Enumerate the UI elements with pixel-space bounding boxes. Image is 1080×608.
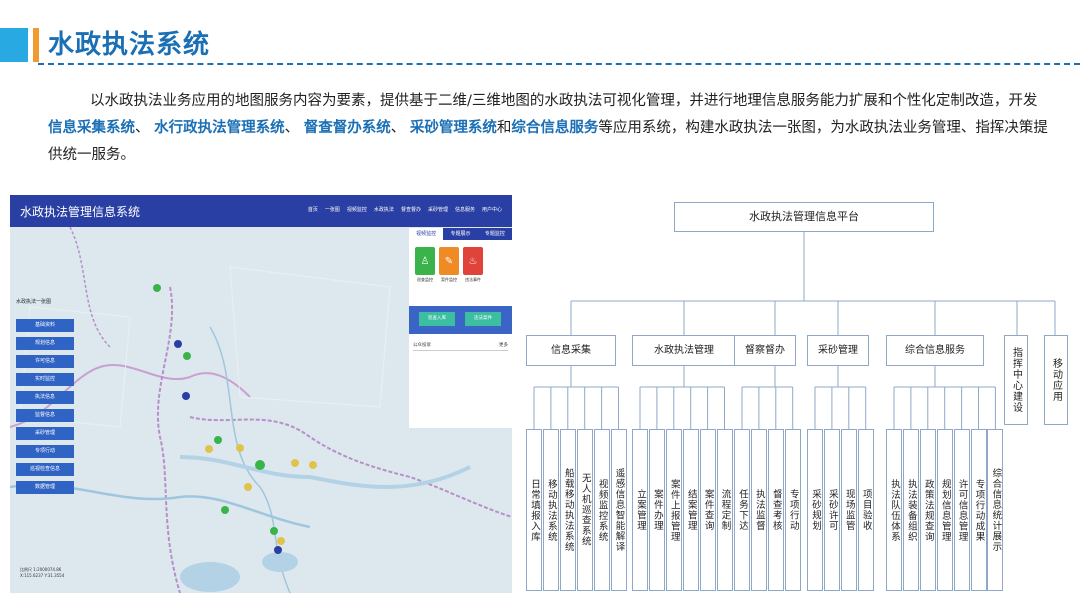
- header-accent-bar-blue: [0, 28, 28, 62]
- leaf-node: 采砂许可: [823, 429, 840, 591]
- leaf-node: 案件上报管理: [665, 429, 682, 591]
- leaf-node: 许可信息管理: [953, 429, 970, 591]
- panel-tabs: 视频监控 专题展示 专题监控: [409, 228, 512, 240]
- side-menu-item[interactable]: 执法信息: [16, 391, 74, 404]
- case-icon: ✎: [439, 247, 459, 275]
- group-node-info-service: 综合信息服务: [886, 335, 984, 366]
- leaf-node: 任务下达: [734, 429, 750, 591]
- side-menu-item[interactable]: 采砂管理: [16, 427, 74, 440]
- leaf-node: 规划信息管理: [936, 429, 953, 591]
- app-header-bar: 水政执法管理信息系统 首页 一张图 视频监控 水政执法 督查督办 采砂管理 信息…: [10, 195, 512, 227]
- panel-icon-item[interactable]: ♨ 违法事件: [463, 247, 483, 283]
- leaf-node: 遥感信息智能解译: [610, 429, 627, 591]
- separator: 和: [496, 120, 512, 136]
- side-heading: 水政执法一张图: [16, 299, 52, 305]
- illegal-case-button[interactable]: 违法案件: [465, 312, 501, 326]
- leaf-node: 项目验收: [857, 429, 874, 591]
- separator: 、: [284, 120, 304, 136]
- nav-item[interactable]: 首页: [308, 206, 318, 213]
- intro-paragraph: 以水政执法业务应用的地图服务内容为要素，提供基于二维/三维地图的水政执法可视化管…: [48, 88, 1048, 169]
- leaf-node: 视频监控系统: [593, 429, 610, 591]
- panel-icons: ♙ 巡查监控 ✎ 案件监控 ♨ 违法事件: [409, 240, 512, 283]
- leaf-node: 政策法规查询: [919, 429, 936, 591]
- side-menu-item[interactable]: 专项行动: [16, 445, 74, 458]
- highlight-info-collection: 信息采集系统: [48, 120, 135, 136]
- separator: 、: [390, 120, 410, 136]
- side-menu-item[interactable]: 数据管理: [16, 481, 74, 494]
- single-node-command-center: 指挥中心建设: [1004, 335, 1028, 425]
- intro-text-1: 以水政执法业务应用的地图服务内容为要素，提供基于二维/三维地图的水政执法可视化管…: [90, 93, 1038, 109]
- side-menu-item[interactable]: 实时监控: [16, 373, 74, 386]
- side-menu: 基础资料 规划信息 许可信息 实时监控 执法信息 监督信息 采砂管理 专项行动 …: [16, 319, 74, 499]
- nav-item[interactable]: 一张图: [325, 206, 340, 213]
- title-divider: [38, 63, 1080, 65]
- notice-header: 公众投诉 更多: [413, 342, 508, 351]
- group-node-supervision: 督察督办: [734, 335, 796, 366]
- leaf-node: 流程定制: [716, 429, 733, 591]
- header-accent-bar-orange: [33, 28, 39, 62]
- highlight-info-service: 综合信息服务: [511, 120, 599, 136]
- leaf-node: 日常填报入库: [526, 429, 542, 591]
- panel-icon-item[interactable]: ✎ 案件监控: [439, 247, 459, 283]
- root-node: 水政执法管理信息平台: [674, 202, 934, 232]
- nav-item[interactable]: 督查督办: [401, 206, 421, 213]
- nav-item[interactable]: 水政执法: [374, 206, 394, 213]
- org-chart: 水政执法管理信息平台 信息采集 水政执法管理 督察督办 采砂管理 综合信息服务 …: [518, 195, 1078, 595]
- leaf-node: 立案管理: [632, 429, 648, 591]
- coordinate-readout: 比例尺 1:2000074.86 X:115.6237 Y:31.3554: [20, 567, 64, 579]
- leaf-node: 移动执法系统: [542, 429, 559, 591]
- leaf-node: 案件办理: [648, 429, 665, 591]
- group-node-info-collection: 信息采集: [526, 335, 616, 366]
- leaf-node: 专项行动成果: [970, 429, 987, 591]
- leaf-node: 案件查询: [699, 429, 716, 591]
- nav-item[interactable]: 用户中心: [482, 206, 502, 213]
- leaf-node: 执法装备组织: [902, 429, 919, 591]
- leaf-node: 专项行动: [784, 429, 801, 591]
- side-menu-item[interactable]: 巡视检查信息: [16, 463, 74, 476]
- notice-more-link[interactable]: 更多: [499, 342, 508, 348]
- leaf-node: 执法监督: [750, 429, 767, 591]
- icon-label: 案件监控: [441, 277, 457, 282]
- panel-tab[interactable]: 专题展示: [443, 228, 477, 240]
- leaf-node: 结案管理: [682, 429, 699, 591]
- panel-tab[interactable]: 专题监控: [478, 228, 512, 240]
- notice-title: 公众投诉: [413, 343, 431, 348]
- leaf-node: 督查考核: [767, 429, 784, 591]
- leaf-node: 执法队伍体系: [886, 429, 902, 591]
- patrol-entry-button[interactable]: 巡查入库: [419, 312, 455, 326]
- monitor-panel: 视频监控 专题展示 专题监控 ♙ 巡查监控 ✎ 案件监控 ♨ 违法事件 巡查入库…: [409, 228, 512, 428]
- side-menu-item[interactable]: 基础资料: [16, 319, 74, 332]
- leaf-node: 综合信息统计展示: [987, 429, 1004, 591]
- alarm-icon: ♨: [463, 247, 483, 275]
- group-node-enforcement: 水政执法管理: [632, 335, 736, 366]
- highlight-supervision: 督查督办系统: [303, 120, 391, 136]
- panel-button-row: 巡查入库 违法案件: [409, 306, 512, 334]
- app-title: 水政执法管理信息系统: [20, 205, 141, 219]
- panel-tab[interactable]: 视频监控: [409, 228, 444, 240]
- app-nav: 首页 一张图 视频监控 水政执法 督查督办 采砂管理 信息服务 用户中心: [308, 206, 502, 213]
- leaf-node: 船载移动执法系统: [559, 429, 576, 591]
- nav-item[interactable]: 视频监控: [347, 206, 367, 213]
- icon-label: 违法事件: [465, 277, 481, 282]
- patrol-icon: ♙: [415, 247, 435, 275]
- side-menu-item[interactable]: 监督信息: [16, 409, 74, 422]
- xy-readout: X:115.6237 Y:31.3554: [20, 573, 65, 578]
- side-menu-item[interactable]: 规划信息: [16, 337, 74, 350]
- group-node-sand-mining: 采砂管理: [807, 335, 869, 366]
- nav-item[interactable]: 信息服务: [455, 206, 475, 213]
- leaf-node: 采砂规划: [807, 429, 823, 591]
- leaf-node: 无人机巡查系统: [576, 429, 593, 591]
- leaf-node: 现场监管: [840, 429, 857, 591]
- system-screenshot: 水政执法管理信息系统 首页 一张图 视频监控 水政执法 督查督办 采砂管理 信息…: [10, 195, 512, 593]
- icon-label: 巡查监控: [417, 277, 433, 282]
- separator: 、: [135, 120, 155, 136]
- highlight-sand-mining: 采砂管理系统: [409, 120, 497, 136]
- side-menu-item[interactable]: 许可信息: [16, 355, 74, 368]
- single-node-mobile-app: 移动应用: [1044, 335, 1068, 425]
- highlight-enforcement-mgmt: 水行政执法管理系统: [154, 120, 285, 136]
- panel-icon-item[interactable]: ♙ 巡查监控: [415, 247, 435, 283]
- page-title: 水政执法系统: [48, 30, 211, 60]
- nav-item[interactable]: 采砂管理: [428, 206, 448, 213]
